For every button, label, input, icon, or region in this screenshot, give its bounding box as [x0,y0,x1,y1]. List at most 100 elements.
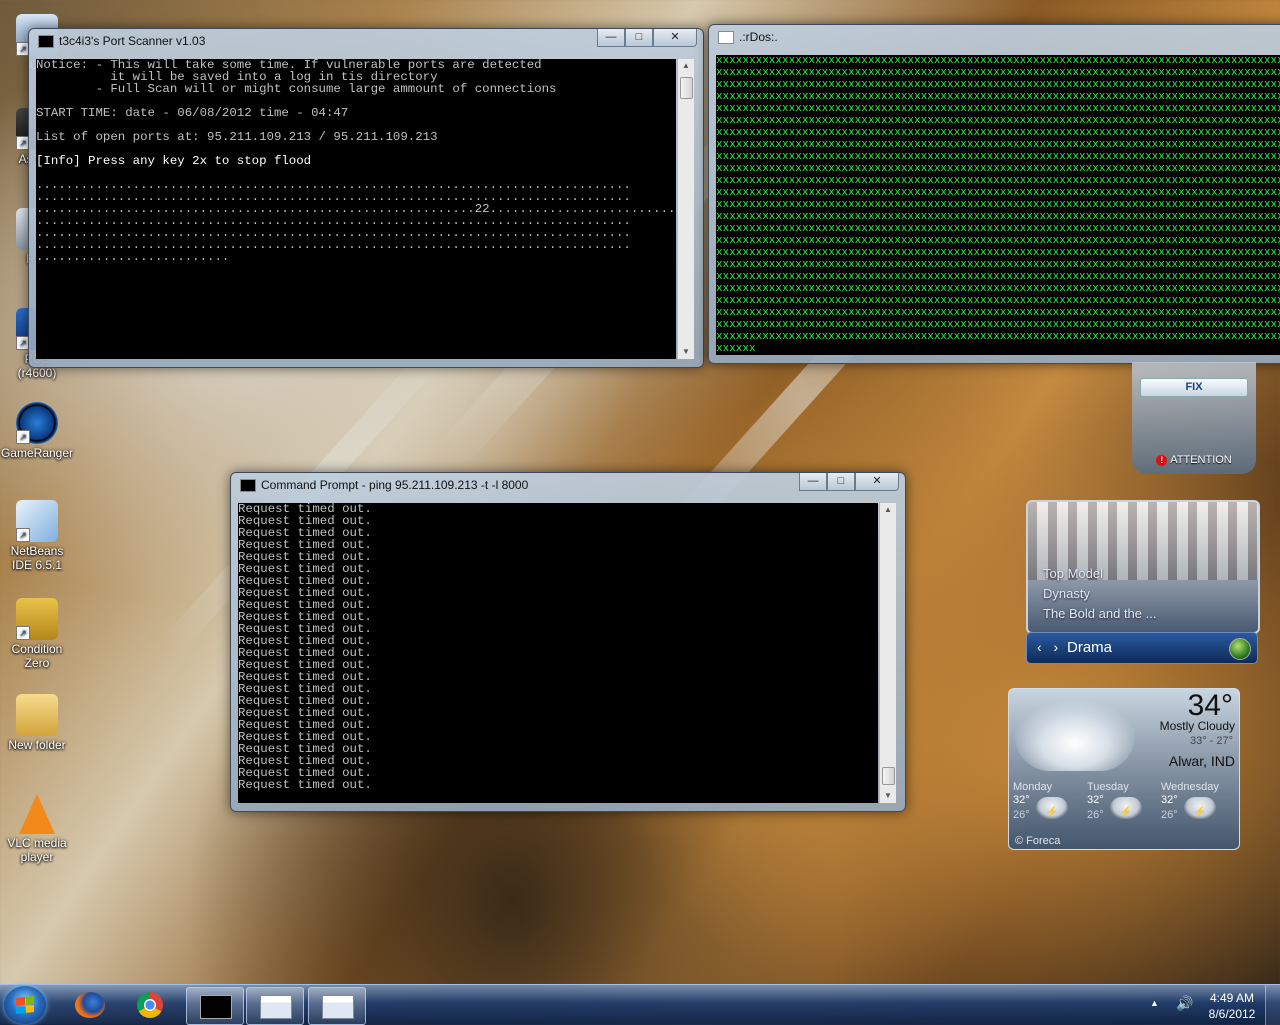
console-line: xxxxxxxxxxxxxxxxxxxxxxxxxxxxxxxxxxxxxxxx… [716,151,1280,163]
security-gadget: FIX ! ATTENTION [1132,362,1256,474]
console-line: xxxxxxxxxxxxxxxxxxxxxxxxxxxxxxxxxxxxxxxx… [716,55,1280,67]
chrome-icon [137,992,163,1018]
weather-provider[interactable]: © Foreca [1015,835,1060,847]
port-scanner-titlebar[interactable]: t3c4i3's Port Scanner v1.03 — □ ✕ [29,29,703,53]
scroll-up-arrow-icon[interactable]: ▲ [678,59,694,73]
tv-show-item[interactable]: Dynasty [1043,584,1156,604]
tv-show-list: Top Model Dynasty The Bold and the ... [1043,564,1156,624]
desktop-icon-new-folder[interactable]: New folder [0,694,74,752]
genre-nav-arrows-icon[interactable]: ‹ › [1037,639,1062,655]
rdos-console[interactable]: xxxxxxxxxxxxxxxxxxxxxxxxxxxxxxxxxxxxxxxx… [716,55,1280,355]
rdos-window[interactable]: .:rDos:. xxxxxxxxxxxxxxxxxxxxxxxxxxxxxxx… [708,24,1280,364]
forecast-high: 32° [1013,794,1030,806]
scrollbar-thumb[interactable] [882,767,895,785]
command-prompt-titlebar[interactable]: Command Prompt - ping 95.211.109.213 -t … [231,473,905,497]
scroll-down-arrow-icon[interactable]: ▼ [678,345,694,359]
thunderstorm-icon [1183,797,1216,819]
desktop-icon-vlc[interactable]: VLC media player [0,794,74,864]
folder-icon [16,694,58,736]
cmd-app-icon [240,479,256,492]
console-line: xxxxxxxxxxxxxxxxxxxxxxxxxxxxxxxxxxxxxxxx… [716,271,1280,283]
weather-gadget: 34° Mostly Cloudy 33° - 27° Alwar, IND M… [1008,688,1240,850]
show-hidden-icons-chevron-icon[interactable]: ▲ [1150,998,1159,1008]
desktop-icon-label: VLC media player [7,836,67,864]
temperature-range: 33° - 27° [1189,735,1233,747]
taskbar-rdos[interactable] [308,987,366,1025]
start-button[interactable] [4,986,46,1024]
attention-indicator: ! ATTENTION [1132,454,1256,466]
tv-genre-bar: ‹ › Drama [1026,632,1258,664]
show-desktop-button[interactable] [1265,985,1280,1025]
scroll-down-arrow-icon[interactable]: ▼ [880,789,896,803]
minimize-button[interactable]: — [799,473,827,491]
console-line: xxxxxxxxxxxxxxxxxxxxxxxxxxxxxxxxxxxxxxxx… [716,79,1280,91]
console-line: xxxxxxxxxxxxxxxxxxxxxxxxxxxxxxxxxxxxxxxx… [716,115,1280,127]
console-app-icon [38,35,54,48]
port-scanner-window[interactable]: t3c4i3's Port Scanner v1.03 — □ ✕ Notice… [28,28,704,368]
forecast-day-name: Monday [1013,781,1053,793]
taskbar-chrome[interactable] [122,987,178,1023]
desktop-icon-label: Condition Zero [11,642,63,670]
desktop-icon-netbeans[interactable]: ↗ NetBeans IDE 6.5.1 [0,500,74,572]
thunderstorm-icon [1109,797,1142,819]
taskbar-command-prompt[interactable] [186,987,244,1025]
window-icon [260,995,292,1019]
command-prompt-window[interactable]: Command Prompt - ping 95.211.109.213 -t … [230,472,906,812]
close-button[interactable]: ✕ [653,29,697,47]
cmd-icon [200,995,232,1019]
clock[interactable]: 4:49 AM 8/6/2012 [1202,990,1262,1022]
maximize-button[interactable]: □ [625,29,653,47]
netbeans-icon: ↗ [16,500,58,542]
tv-show-item[interactable]: The Bold and the ... [1043,604,1156,624]
taskbar-port-scanner[interactable] [246,987,304,1025]
console-line: xxxxxxxxxxxxxxxxxxxxxxxxxxxxxxxxxxxxxxxx… [716,103,1280,115]
scroll-up-arrow-icon[interactable]: ▲ [880,503,896,517]
desktop-icon-label: GameRanger [0,446,74,460]
forecast-day: Monday 32° 26° [1013,781,1087,823]
console-line: xxxxxxxxxxxxxxxxxxxxxxxxxxxxxxxxxxxxxxxx… [716,127,1280,139]
weather-condition: Mostly Cloudy [1159,719,1235,733]
minimize-button[interactable]: — [597,29,625,47]
scrollbar-thumb[interactable] [680,77,693,99]
forecast-day: Wednesday 32° 26° [1161,781,1235,823]
thunderstorm-icon [1035,797,1068,819]
console-line: xxxxxxxxxxxxxxxxxxxxxxxxxxxxxxxxxxxxxxxx… [716,259,1280,271]
vertical-scrollbar[interactable]: ▲ ▼ [677,59,694,359]
desktop-icon-label: New folder [8,738,66,752]
forecast-low: 26° [1013,809,1030,821]
cloudy-weather-icon [1015,701,1135,771]
volume-icon[interactable]: 🔊 [1176,995,1193,1012]
console-line: xxxxxxxxxxxxxxxxxxxxxxxxxxxxxxxxxxxxxxxx… [716,283,1280,295]
tv-show-item[interactable]: Top Model [1043,564,1156,584]
console-line: xxxxxxxxxxxxxxxxxxxxxxxxxxxxxxxxxxxxxxxx… [716,247,1280,259]
rdos-app-icon [718,31,734,44]
attention-label: ATTENTION [1170,454,1232,466]
console-line: - Full Scan will or might consume large … [36,82,557,96]
tv-shows-gadget: Top Model Dynasty The Bold and the ... [1026,500,1260,634]
fix-button[interactable]: FIX [1140,378,1248,397]
console-line: xxxxxxxxxxxxxxxxxxxxxxxxxxxxxxxxxxxxxxxx… [716,187,1280,199]
port-scanner-console[interactable]: Notice: - This will take some time. If v… [36,59,676,359]
command-prompt-console[interactable]: Request timed out. Request timed out. Requ… [238,503,878,803]
forecast-day-name: Wednesday [1161,781,1219,793]
close-button[interactable]: ✕ [855,473,899,491]
clock-date: 8/6/2012 [1208,1007,1256,1021]
console-line: xxxxxxxxxxxxxxxxxxxxxxxxxxxxxxxxxxxxxxxx… [716,331,1280,343]
console-line: Request timed out. [238,778,372,792]
warning-icon: ! [1156,455,1168,466]
console-line: xxxxxxxxxxxxxxxxxxxxxxxxxxxxxxxxxxxxxxxx… [716,223,1280,235]
system-tray: ▲ 🔊 4:49 AM 8/6/2012 [1140,985,1280,1025]
vlc-cone-icon [19,794,55,834]
vertical-scrollbar[interactable]: ▲ ▼ [879,503,896,803]
window-title: Command Prompt - ping 95.211.109.213 -t … [261,478,529,492]
forecast-high: 32° [1087,794,1104,806]
forecast-high: 32° [1161,794,1178,806]
desktop-icon-condition-zero[interactable]: ↗ Condition Zero [0,598,74,670]
rdos-titlebar[interactable]: .:rDos:. [709,25,1280,49]
console-line: .......................... [36,250,230,264]
taskbar-firefox[interactable] [62,987,118,1023]
console-line: xxxxxxxxxxxxxxxxxxxxxxxxxxxxxxxxxxxxxxxx… [716,175,1280,187]
desktop-icon-gameranger[interactable]: ↗ GameRanger [0,402,74,460]
windows-media-center-orb-icon[interactable] [1229,638,1251,660]
maximize-button[interactable]: □ [827,473,855,491]
